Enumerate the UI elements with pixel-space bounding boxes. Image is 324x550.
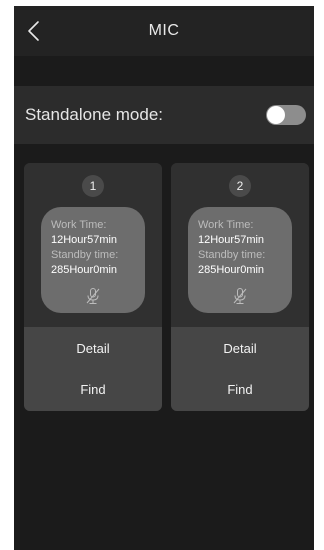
standalone-mode-row: Standalone mode:: [14, 86, 314, 144]
work-time-label: Work Time:: [51, 219, 107, 231]
mic-card-info-area: 1 Work Time: 12Hour57min Standby time: 2…: [24, 163, 162, 327]
toggle-knob: [267, 106, 285, 124]
detail-button[interactable]: Detail: [171, 333, 309, 365]
standby-time-value: 285Hour0min: [198, 264, 265, 276]
standalone-mode-toggle[interactable]: [266, 105, 306, 125]
mic-card-2: 2 Work Time: 12Hour57min Standby time: 2…: [171, 163, 309, 411]
top-bar: MIC: [14, 6, 314, 56]
mic-status-box: Work Time: 12Hour57min Standby time: 285…: [41, 207, 145, 313]
spacer-band: [14, 56, 314, 84]
mic-number-badge: 2: [229, 175, 251, 197]
standby-time-label: Standby time:: [51, 249, 119, 261]
mic-card-info-area: 2 Work Time: 12Hour57min Standby time: 2…: [171, 163, 309, 327]
work-time-label: Work Time:: [198, 219, 254, 231]
mic-status-box: Work Time: 12Hour57min Standby time: 285…: [188, 207, 292, 313]
standalone-mode-label: Standalone mode:: [25, 105, 163, 124]
find-button[interactable]: Find: [171, 374, 309, 406]
mic-number-badge: 1: [82, 175, 104, 197]
standby-time-value: 285Hour0min: [51, 264, 118, 276]
standby-time-label: Standby time:: [198, 249, 266, 261]
mic-card-1: 1 Work Time: 12Hour57min Standby time: 2…: [24, 163, 162, 411]
find-button[interactable]: Find: [24, 374, 162, 406]
work-time-value: 12Hour57min: [198, 234, 265, 246]
mic-off-icon: [233, 288, 247, 304]
detail-button[interactable]: Detail: [24, 333, 162, 365]
work-time-value: 12Hour57min: [51, 234, 118, 246]
mic-screen: MIC Standalone mode: 1 Work Time: 12Hour…: [14, 6, 314, 550]
page-title: MIC: [148, 22, 180, 39]
mic-off-icon: [86, 288, 100, 304]
